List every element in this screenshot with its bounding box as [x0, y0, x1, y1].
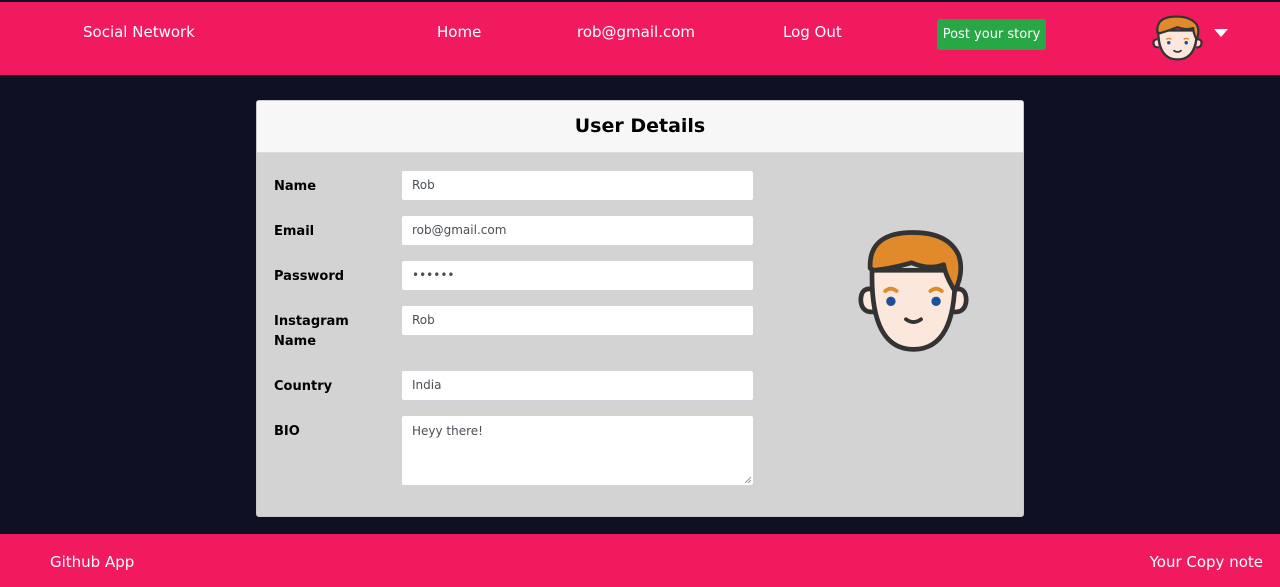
card-title: User Details — [257, 101, 1023, 153]
boy-avatar-icon — [858, 230, 969, 352]
bio-label: BIO — [274, 424, 300, 439]
name-label: Name — [274, 179, 317, 194]
instagram-name-field[interactable]: Rob — [401, 305, 754, 336]
bio-textarea[interactable]: Heyy there! — [401, 415, 754, 486]
country-label: Country — [274, 379, 333, 394]
email-field[interactable]: rob@gmail.com — [401, 215, 754, 246]
post-story-button[interactable]: Post your story — [937, 19, 1046, 50]
top-navbar: Social Network Home rob@gmail.com Log Ou… — [0, 2, 1280, 75]
resize-handle-icon[interactable] — [744, 476, 752, 484]
nav-logout-link[interactable]: Log Out — [783, 22, 842, 42]
name-field[interactable]: Rob — [401, 170, 754, 201]
password-label: Password — [274, 269, 345, 284]
user-details-card: User Details Name Rob Email rob@gmail.co… — [256, 100, 1024, 517]
instagram-label: Instagram Name — [274, 312, 364, 352]
footer: Github App Your Copy note — [0, 534, 1280, 587]
bio-text: Heyy there! — [412, 424, 483, 438]
footer-copy-note: Your Copy note — [1149, 553, 1263, 571]
country-field[interactable]: India — [401, 370, 754, 401]
boy-avatar-icon[interactable] — [1151, 14, 1204, 62]
footer-github-link[interactable]: Github App — [50, 552, 134, 572]
password-field[interactable]: •••••• — [401, 260, 754, 291]
brand-link[interactable]: Social Network — [83, 22, 195, 42]
instagram-label-line2: Name — [274, 334, 317, 349]
instagram-label-line1: Instagram — [274, 314, 349, 329]
nav-home-link[interactable]: Home — [437, 22, 481, 42]
email-label: Email — [274, 224, 315, 239]
nav-email-link[interactable]: rob@gmail.com — [577, 22, 695, 42]
caret-down-icon[interactable] — [1214, 29, 1228, 37]
